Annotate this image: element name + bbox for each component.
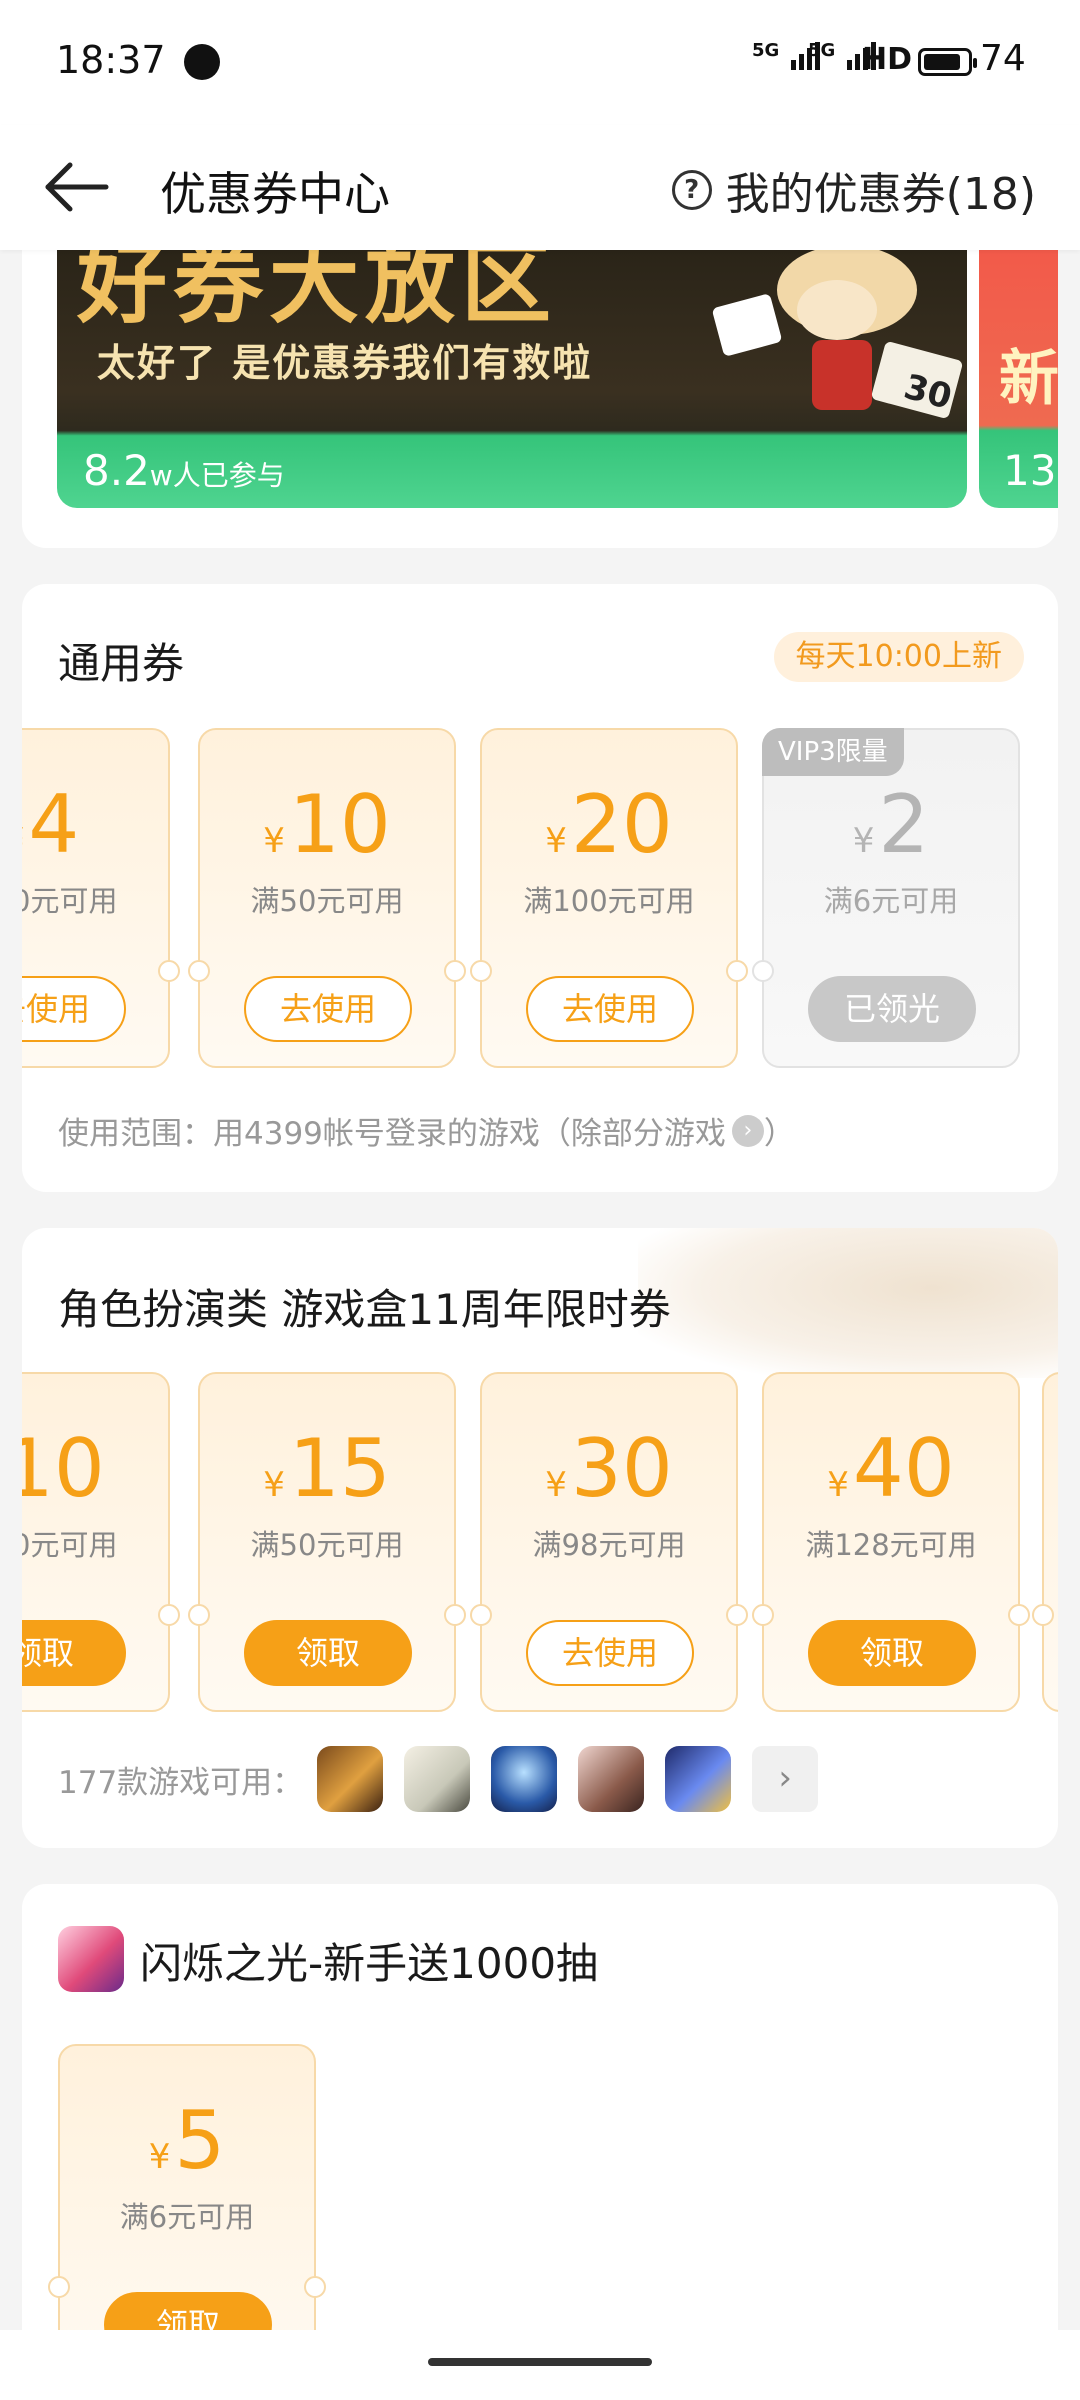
coupon-card: ¥30 满98元可用 去使用 xyxy=(470,1372,748,1712)
coupon-amount: ¥15 xyxy=(263,1422,391,1515)
more-games-chevron-icon[interactable]: › xyxy=(752,1746,819,1812)
banner-headline: 好券大放区 xyxy=(77,250,557,336)
coupon-condition: 满128元可用 xyxy=(805,1528,977,1562)
status-time: 18:37 xyxy=(56,38,166,82)
app-header: 优惠券中心 ? 我的优惠券(18) xyxy=(0,125,1080,250)
claim-coupon-button[interactable]: 领取 xyxy=(808,1620,976,1686)
coupon-condition: 满50元可用 xyxy=(250,884,404,918)
page-title: 优惠券中心 xyxy=(160,167,390,221)
participants-count: 8.2w人已参与 xyxy=(83,446,285,495)
game-icon-heroine[interactable] xyxy=(578,1746,645,1812)
coupon-amount: ¥2 xyxy=(852,778,930,871)
back-button[interactable] xyxy=(40,157,112,217)
help-icon[interactable]: ? xyxy=(671,170,712,210)
claim-coupon-button[interactable]: 领取 xyxy=(244,1620,412,1686)
coupon-card: ¥15 满50元可用 领取 xyxy=(188,1372,466,1712)
coupon-amount: ¥30 xyxy=(545,1422,673,1515)
coupon-card: ¥10 满50元可用 去使用 xyxy=(188,728,466,1068)
game-icon-warrior[interactable] xyxy=(317,1746,384,1812)
secondary-banner-title: 新 xyxy=(999,344,1058,414)
status-bar: 18:37 5G 5G HD 74 xyxy=(0,0,1080,125)
claim-coupon-button[interactable]: 领取 xyxy=(22,1620,126,1686)
coupon-amount: ¥4 xyxy=(22,778,80,871)
coupon-amount: ¥10 xyxy=(263,778,391,871)
battery-icon xyxy=(918,48,977,76)
battery-level: 74 xyxy=(980,38,1026,79)
coupon-card: ¥4 满20元可用 去使用 xyxy=(22,728,180,1068)
banner-character-illustration: 30 xyxy=(712,250,963,418)
game-logo-icon xyxy=(58,1926,124,1992)
hd-indicator: HD xyxy=(862,42,913,77)
coupon-condition: 满98元可用 xyxy=(532,1528,686,1562)
game-icon-qing[interactable] xyxy=(404,1746,471,1812)
section-title: 角色扮演类 游戏盒11周年限时券 xyxy=(58,1285,671,1334)
gesture-bar xyxy=(0,2330,1080,2400)
chevron-right-icon[interactable]: › xyxy=(731,1114,764,1147)
vip-limit-tag: VIP3限量 xyxy=(762,728,904,776)
game-icon-fantasy[interactable] xyxy=(491,1746,558,1812)
secondary-banner-count: 13 xyxy=(1003,446,1057,495)
game-coupons-card: 闪烁之光-新手送1000抽 ¥5 满6元可用 领取 xyxy=(22,1884,1058,2344)
game-coupon-title: 闪烁之光-新手送1000抽 xyxy=(140,1939,599,1988)
usage-scope[interactable]: 使用范围：用4399帐号登录的游戏（除部分游戏 › ） xyxy=(58,1108,795,1153)
promo-banner[interactable]: 好券大放区 太好了 是优惠券我们有救啦 30 8.2w人已参与 xyxy=(57,250,967,508)
sold-out-button: 已领光 xyxy=(808,976,976,1042)
coupon-card-peek xyxy=(1032,1372,1058,1712)
coupon-card: ¥40 满128元可用 领取 xyxy=(752,1372,1030,1712)
coupon-amount: ¥5 xyxy=(148,2094,226,2187)
section-title: 通用券 xyxy=(58,639,185,688)
games-count-label: 177款游戏可用： xyxy=(58,1764,304,1801)
coupon-card: VIP3限量 ¥2 满6元可用 已领光 xyxy=(752,728,1020,1068)
use-coupon-button[interactable]: 去使用 xyxy=(526,1620,694,1686)
my-coupons-label: 我的优惠券(18) xyxy=(725,169,1036,220)
general-coupons-card: 通用券 每天10:00上新 ¥4 满20元可用 去使用 ¥10 满50元可用 去… xyxy=(22,584,1058,1192)
back-arrow-icon xyxy=(45,162,109,212)
use-coupon-button[interactable]: 去使用 xyxy=(526,976,694,1042)
notification-dot-icon xyxy=(184,44,220,80)
coupon-condition: 满6元可用 xyxy=(823,884,959,918)
home-indicator[interactable] xyxy=(428,2358,652,2366)
coupon-condition: 满20元可用 xyxy=(22,884,118,918)
coupon-amount: ¥10 xyxy=(22,1422,105,1515)
refresh-time-badge: 每天10:00上新 xyxy=(773,632,1024,682)
use-coupon-button[interactable]: 去使用 xyxy=(244,976,412,1042)
available-games-row: 177款游戏可用： › xyxy=(58,1746,819,1812)
hero-background-art xyxy=(638,1228,1058,1378)
coupon-condition: 满100元可用 xyxy=(523,884,695,918)
banner-slogan: 太好了 是优惠券我们有救啦 xyxy=(97,341,593,385)
banner-card: 好券大放区 太好了 是优惠券我们有救啦 30 8.2w人已参与 新 13 xyxy=(22,250,1058,548)
coupon-condition: 满50元可用 xyxy=(250,1528,404,1562)
use-coupon-button[interactable]: 去使用 xyxy=(22,976,126,1042)
game-icon-mecha[interactable] xyxy=(665,1746,732,1812)
coupon-condition: 满6元可用 xyxy=(119,2200,255,2234)
rpg-coupons-card: 角色扮演类 游戏盒11周年限时券 ¥10 满30元可用 领取 ¥15 满50元可… xyxy=(22,1228,1058,1848)
my-coupons-link[interactable]: ? 我的优惠券(18) xyxy=(671,158,1036,222)
coupon-card: ¥5 满6元可用 领取 xyxy=(48,2044,326,2344)
secondary-banner[interactable]: 新 13 xyxy=(979,250,1058,508)
coupon-card: ¥10 满30元可用 领取 xyxy=(22,1372,180,1712)
coupon-amount: ¥20 xyxy=(545,778,673,871)
coupon-card: ¥20 满100元可用 去使用 xyxy=(470,728,748,1068)
coupon-condition: 满30元可用 xyxy=(22,1528,118,1562)
coupon-amount: ¥40 xyxy=(827,1422,955,1515)
